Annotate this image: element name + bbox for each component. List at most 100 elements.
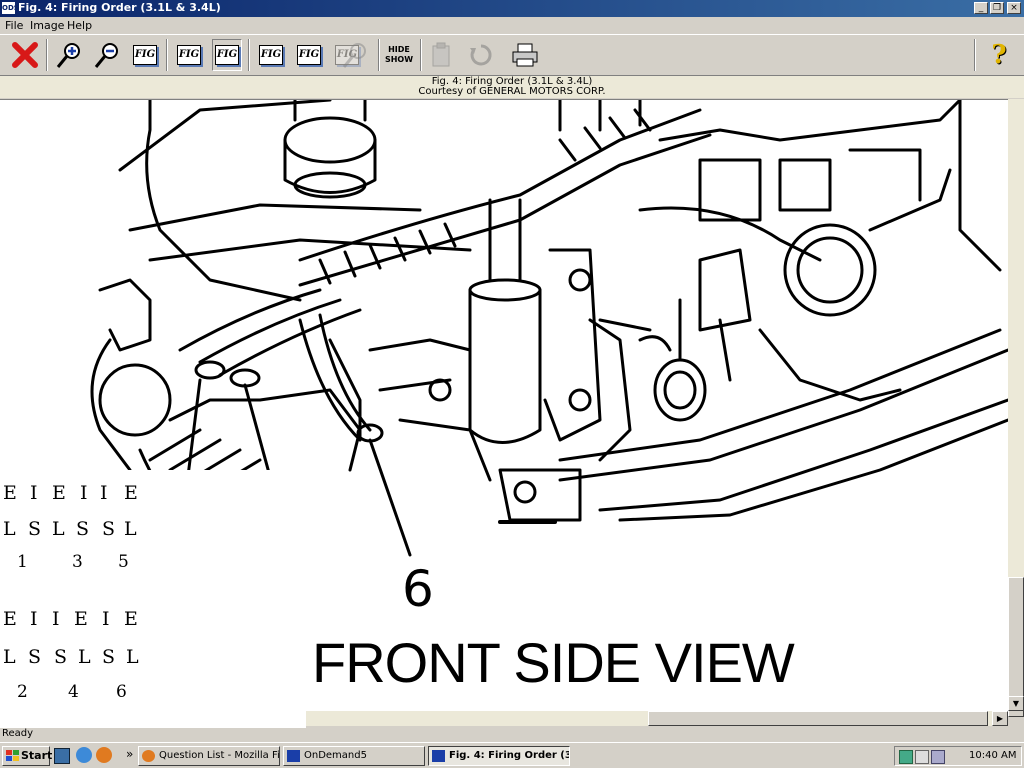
toolbar-separator (420, 39, 422, 71)
volume-icon[interactable] (931, 750, 945, 764)
zoom-in-button[interactable] (54, 39, 84, 71)
legend-cell: L (52, 518, 65, 540)
windows-logo-icon (6, 750, 19, 761)
notes-button (426, 39, 456, 71)
help-button[interactable]: ? (984, 39, 1014, 71)
window-title: Fig. 4: Firing Order (3.1L & 3.4L) (18, 1, 221, 14)
menu-image[interactable]: Image (30, 19, 64, 32)
previous-figure-button[interactable]: FIG (256, 39, 286, 71)
caption-courtesy: Courtesy of GENERAL MOTORS CORP. (418, 86, 606, 97)
status-bar: Ready (0, 728, 1024, 742)
task-question-list[interactable]: Question List - Mozilla Fi... (138, 746, 280, 766)
system-tray: 10:40 AM (894, 746, 1022, 766)
hide-show-button[interactable]: HIDE SHOW (384, 39, 414, 71)
view-label: FRONT SIDE VIEW (312, 631, 795, 694)
legend-cell: I (80, 482, 88, 504)
legend-cell: L (78, 646, 91, 668)
legend-number: 1 (17, 552, 28, 572)
refresh-icon (470, 44, 492, 66)
fig-forward-icon: FIG (297, 45, 321, 65)
drive-icon[interactable] (915, 750, 929, 764)
next-figure-button[interactable]: FIG (294, 39, 324, 71)
close-figure-button[interactable] (10, 39, 40, 71)
figure-caption: Fig. 4: Firing Order (3.1L & 3.4L) Court… (0, 76, 1024, 98)
fit-figure-button[interactable]: FIG (130, 39, 160, 71)
task-label: Question List - Mozilla Fi... (159, 750, 280, 761)
internet-explorer-icon[interactable] (76, 747, 92, 763)
close-window-button[interactable]: × (1007, 2, 1021, 14)
task-label: OnDemand5 (304, 750, 367, 761)
fig-pan-button[interactable]: FIG (212, 39, 242, 71)
coil-legend: E I E I I E L S L S S L 1 3 5 E I I E I … (0, 470, 306, 730)
callout-6: 6 (402, 560, 434, 618)
scroll-down-button[interactable]: ▼ (1008, 696, 1024, 711)
show-desktop-icon[interactable] (54, 748, 70, 764)
legend-cell: E (52, 482, 66, 504)
horizontal-scroll-thumb[interactable] (648, 711, 988, 726)
legend-cell: I (52, 608, 60, 630)
legend-cell: L (3, 518, 16, 540)
menu-file[interactable]: File (5, 19, 23, 32)
taskbar: Start » Question List - Mozilla Fi... On… (0, 742, 1024, 768)
toolbar-separator (166, 39, 168, 71)
menu-help[interactable]: Help (67, 19, 92, 32)
legend-cell: E (74, 608, 88, 630)
restore-button[interactable]: ❐ (990, 2, 1004, 14)
legend-cell: S (28, 518, 42, 540)
ods-app-icon (287, 750, 300, 762)
legend-cell: L (124, 518, 137, 540)
legend-cell: S (54, 646, 68, 668)
legend-cell: I (30, 482, 38, 504)
legend-number: 2 (17, 682, 28, 702)
clock: 10:40 AM (969, 750, 1017, 761)
fig-icon: FIG (133, 45, 157, 65)
printer-icon (512, 43, 538, 67)
title-bar: ODS Fig. 4: Firing Order (3.1L & 3.4L) _… (0, 0, 1024, 17)
toolbar-separator (248, 39, 250, 71)
legend-cell: S (102, 646, 116, 668)
legend-number: 4 (68, 682, 79, 702)
horizontal-scrollbar[interactable]: ▶ (306, 711, 1008, 726)
refresh-button (466, 39, 496, 71)
network-icon[interactable] (899, 750, 913, 764)
legend-cell: L (3, 646, 16, 668)
task-ondemand5[interactable]: OnDemand5 (283, 746, 425, 766)
hide-show-icon: HIDE SHOW (385, 45, 413, 65)
ods-app-icon (432, 750, 445, 762)
search-disabled-button (340, 39, 370, 71)
menu-bar: File Image Help (0, 17, 1024, 34)
legend-cell: E (124, 482, 138, 504)
magnifier-icon (342, 43, 366, 68)
minimize-button[interactable]: _ (974, 2, 988, 14)
legend-cell: S (102, 518, 116, 540)
fig-icon: FIG (177, 45, 201, 65)
print-button[interactable] (510, 39, 540, 71)
firefox-icon[interactable] (96, 747, 112, 763)
clipboard-icon (432, 42, 450, 67)
scroll-right-button[interactable]: ▶ (992, 711, 1008, 726)
start-button[interactable]: Start (2, 746, 52, 766)
task-label: Fig. 4: Firing Order (3.... (449, 750, 569, 761)
toolbar-separator (974, 39, 976, 71)
red-x-icon (12, 42, 38, 68)
status-text: Ready (2, 728, 34, 739)
question-mark-icon: ? (991, 40, 1007, 70)
legend-cell: L (126, 646, 139, 668)
toolbar-separator (46, 39, 48, 71)
firefox-icon (142, 750, 155, 762)
toolbar-separator (378, 39, 380, 71)
legend-cell: S (28, 646, 42, 668)
legend-cell: E (124, 608, 138, 630)
show-label: SHOW (384, 55, 414, 64)
legend-number: 6 (116, 682, 127, 702)
legend-cell: I (30, 608, 38, 630)
legend-number: 5 (118, 552, 129, 572)
quicklaunch-overflow[interactable]: » (126, 747, 133, 761)
legend-number: 3 (72, 552, 83, 572)
legend-cell: S (76, 518, 90, 540)
task-firing-order[interactable]: Fig. 4: Firing Order (3.... (428, 746, 570, 766)
fig-view-button[interactable]: FIG (174, 39, 204, 71)
vertical-scrollbar[interactable]: ▼ (1008, 99, 1024, 717)
app-icon: ODS (2, 2, 19, 14)
zoom-out-button[interactable] (92, 39, 122, 71)
